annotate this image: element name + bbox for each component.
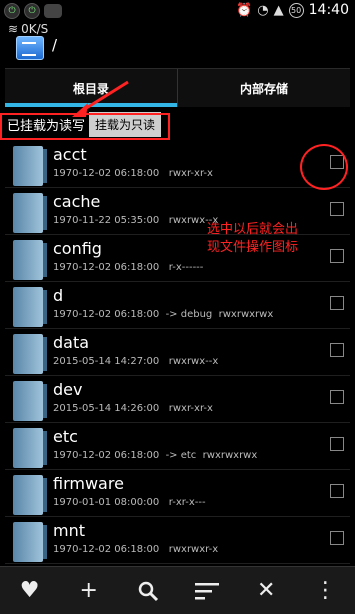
more-icon[interactable]: ⋮ [310,576,340,606]
file-row[interactable]: acct 1970-12-02 06:18:00 rwxr-xr-x [5,141,350,188]
folder-icon [13,193,47,233]
file-meta: 1970-12-02 06:18:00 r-x------ [53,262,204,273]
annotation-circle [300,144,348,190]
file-meta: 1970-12-02 06:18:00 rwxrwxr-x [53,544,219,555]
file-name: firmware [53,474,124,493]
file-list: acct 1970-12-02 06:18:00 rwxr-xr-x cache… [5,141,350,564]
annotation-text: 选中以后就会出现文件操作图标 [207,222,299,255]
file-meta: 1970-01-01 08:00:00 r-xr-x--- [53,497,206,508]
file-row[interactable]: mnt 1970-12-02 06:18:00 rwxrwxr-x [5,517,350,564]
file-meta: 1970-11-22 05:35:00 rwxrwx--x [53,215,219,226]
folder-icon [13,381,47,421]
file-name: data [53,333,90,352]
file-row[interactable]: firmware 1970-01-01 08:00:00 r-xr-x--- [5,470,350,517]
file-name: etc [53,427,78,446]
select-checkbox[interactable] [330,390,344,404]
file-name: acct [53,145,87,164]
file-name: mnt [53,521,85,540]
file-meta: 1970-12-02 06:18:00 rwxr-xr-x [53,168,213,179]
file-name: cache [53,192,101,211]
close-icon[interactable]: ✕ [251,576,281,606]
annotation-arrowhead [72,103,88,117]
folder-icon [13,334,47,374]
file-meta: 2015-05-14 14:26:00 rwxr-xr-x [53,403,213,414]
sort-icon[interactable] [192,576,222,606]
file-row[interactable]: data 2015-05-14 14:27:00 rwxrwx--x [5,329,350,376]
file-name: d [53,286,64,305]
bottom-toolbar: ♥ + ✕ ⋮ [0,566,355,614]
file-meta: 2015-05-14 14:27:00 rwxrwx--x [53,356,219,367]
select-checkbox[interactable] [330,202,344,216]
folder-icon [13,240,47,280]
file-name: dev [53,380,83,399]
file-row[interactable]: d 1970-12-02 06:18:00 -> debug rwxrwxrwx [5,282,350,329]
add-icon[interactable]: + [74,576,104,606]
select-checkbox[interactable] [330,484,344,498]
folder-icon [13,428,47,468]
search-icon[interactable] [133,576,163,606]
file-meta: 1970-12-02 06:18:00 -> debug rwxrwxrwx [53,309,274,320]
select-checkbox[interactable] [330,343,344,357]
file-name: config [53,239,102,258]
folder-icon [13,287,47,327]
select-checkbox[interactable] [330,531,344,545]
file-meta: 1970-12-02 06:18:00 -> etc rwxrwxrwx [53,450,258,461]
folder-icon [13,475,47,515]
select-checkbox[interactable] [330,249,344,263]
select-checkbox[interactable] [330,296,344,310]
file-row[interactable]: dev 2015-05-14 14:26:00 rwxr-xr-x [5,376,350,423]
file-row[interactable]: etc 1970-12-02 06:18:00 -> etc rwxrwxrwx [5,423,350,470]
folder-icon [13,146,47,186]
heart-icon[interactable]: ♥ [15,576,45,606]
folder-icon [13,522,47,562]
select-checkbox[interactable] [330,437,344,451]
